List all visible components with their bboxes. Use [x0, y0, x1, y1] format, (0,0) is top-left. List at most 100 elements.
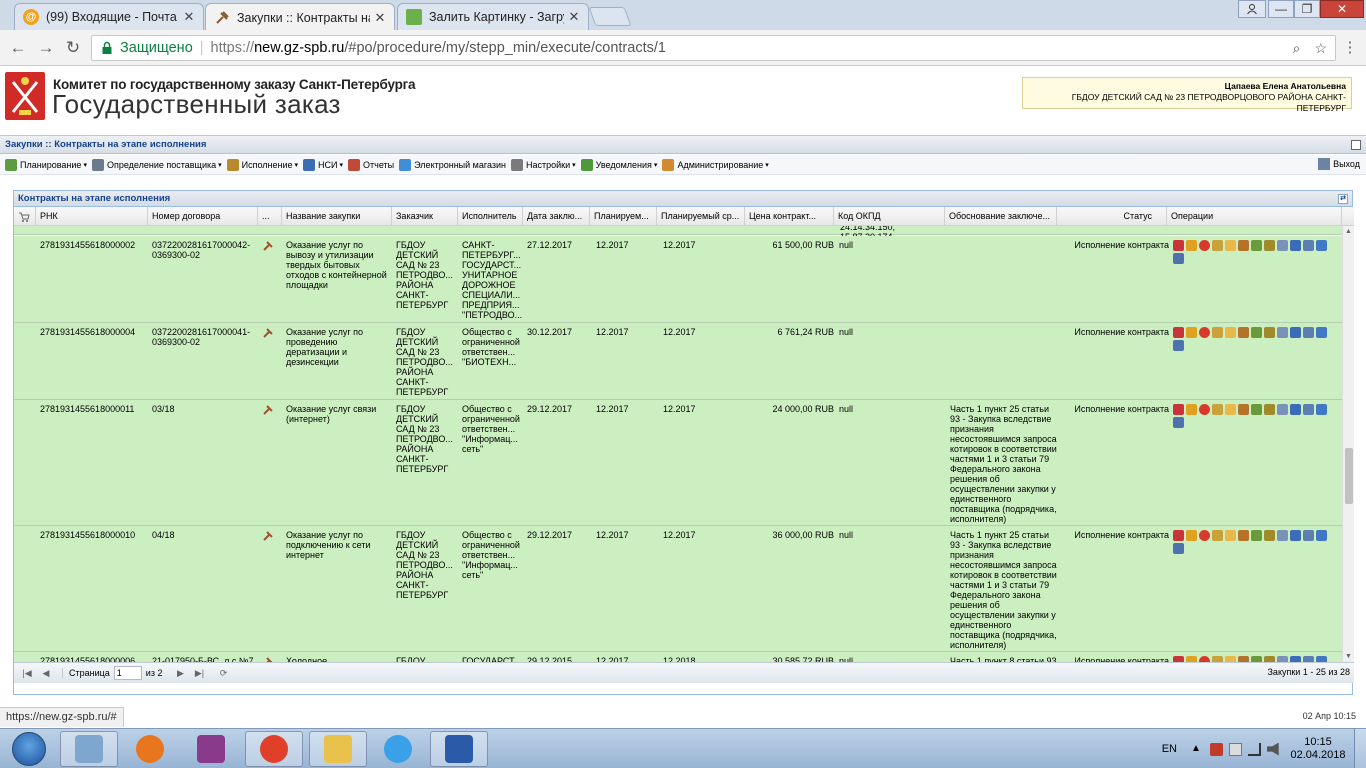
- bookmark-star-icon[interactable]: ☆: [1314, 40, 1327, 57]
- operation-icon-4[interactable]: [1225, 327, 1236, 338]
- column-header[interactable]: Планируем...: [590, 207, 657, 226]
- show-desktop-button[interactable]: [1354, 729, 1366, 768]
- menu-item-0[interactable]: Планирование ▾: [5, 158, 87, 171]
- column-header[interactable]: Исполнитель: [458, 207, 523, 226]
- forward-icon[interactable]: →: [36, 38, 56, 58]
- operation-icon-10[interactable]: [1303, 240, 1314, 251]
- operation-icon-12[interactable]: [1173, 253, 1184, 264]
- operation-icon-4[interactable]: [1225, 530, 1236, 541]
- operation-icon-6[interactable]: [1251, 240, 1262, 251]
- scroll-down-icon[interactable]: ▼: [1345, 653, 1352, 660]
- operation-icon-2[interactable]: [1199, 240, 1210, 251]
- operation-icon-6[interactable]: [1251, 404, 1262, 415]
- start-button[interactable]: [3, 730, 55, 768]
- collapse-icon[interactable]: [1351, 140, 1361, 150]
- operation-icon-11[interactable]: [1316, 404, 1327, 415]
- operation-icon-8[interactable]: [1277, 240, 1288, 251]
- next-page-icon[interactable]: ▶: [174, 667, 186, 679]
- column-header[interactable]: Статус: [1057, 207, 1167, 226]
- menu-item-5[interactable]: Электронный магазин: [399, 158, 506, 171]
- taskbar-chrome[interactable]: [245, 731, 303, 767]
- close-window-button[interactable]: ✕: [1320, 0, 1364, 18]
- operation-icon-7[interactable]: [1264, 530, 1275, 541]
- menu-item-8[interactable]: Администрирование ▾: [662, 158, 769, 171]
- operation-icon-8[interactable]: [1277, 404, 1288, 415]
- panel-tool-icon[interactable]: ⇄: [1338, 194, 1348, 204]
- table-row[interactable]: 2781931455618000004 0372200281617000041-0…: [14, 323, 1342, 400]
- operation-icon-10[interactable]: [1303, 530, 1314, 541]
- taskbar-word[interactable]: [430, 731, 488, 767]
- column-header[interactable]: Планируемый ср...: [657, 207, 745, 226]
- column-header[interactable]: Заказчик: [392, 207, 458, 226]
- network-icon[interactable]: [1248, 742, 1261, 756]
- column-header[interactable]: Операции: [1167, 207, 1342, 226]
- operation-icon-3[interactable]: [1212, 327, 1223, 338]
- operation-icon-4[interactable]: [1225, 404, 1236, 415]
- table-row[interactable]: 2781931455618000002 0372200281617000042-0…: [14, 236, 1342, 323]
- operation-icon-12[interactable]: [1173, 543, 1184, 554]
- menu-item-6[interactable]: Настройки ▾: [510, 158, 576, 171]
- operation-icon-10[interactable]: [1303, 327, 1314, 338]
- prev-page-icon[interactable]: ◀: [40, 667, 52, 679]
- operation-icon-1[interactable]: [1186, 404, 1197, 415]
- operation-icon-7[interactable]: [1264, 404, 1275, 415]
- column-header[interactable]: Номер договора: [148, 207, 258, 226]
- operation-icon-9[interactable]: [1290, 240, 1301, 251]
- column-header[interactable]: РНК: [36, 207, 148, 226]
- menu-item-4[interactable]: Отчеты: [348, 158, 394, 171]
- operation-icon-8[interactable]: [1277, 530, 1288, 541]
- tray-expand-icon[interactable]: ▲: [1191, 743, 1204, 756]
- operation-icon-4[interactable]: [1225, 240, 1236, 251]
- taskbar-calculator[interactable]: [60, 731, 118, 767]
- language-indicator[interactable]: EN: [1162, 743, 1177, 755]
- operation-icon-7[interactable]: [1264, 240, 1275, 251]
- procedure-type-icon[interactable]: [262, 404, 274, 416]
- operation-icon-7[interactable]: [1264, 327, 1275, 338]
- user-info-box[interactable]: Цапаева Елена Анатольевна ГБДОУ ДЕТСКИЙ …: [1022, 77, 1352, 113]
- column-header[interactable]: ...: [258, 207, 282, 226]
- operation-icon-2[interactable]: [1199, 530, 1210, 541]
- page-number-input[interactable]: [113, 666, 142, 680]
- procedure-type-icon[interactable]: [262, 530, 274, 542]
- operation-icon-1[interactable]: [1186, 530, 1197, 541]
- operation-icon-11[interactable]: [1316, 327, 1327, 338]
- column-header-basket-icon[interactable]: [14, 207, 36, 226]
- operation-icon-9[interactable]: [1290, 327, 1301, 338]
- back-icon[interactable]: ←: [8, 38, 28, 58]
- menu-item-2[interactable]: Исполнение ▾: [226, 158, 298, 171]
- close-tab-icon[interactable]: ✕: [183, 9, 195, 25]
- operation-icon-5[interactable]: [1238, 404, 1249, 415]
- taskbar-firefox[interactable]: [121, 731, 179, 767]
- refresh-icon[interactable]: ⟳: [217, 667, 229, 679]
- operation-icon-1[interactable]: [1186, 240, 1197, 251]
- browser-tab-procurement[interactable]: Закупки :: Контракты на этапе исполнения…: [205, 3, 395, 31]
- minimize-button[interactable]: —: [1268, 0, 1294, 18]
- close-tab-icon[interactable]: ✕: [568, 9, 580, 25]
- table-row[interactable]: 2781931455618000010 04/18 Оказание услуг п…: [14, 526, 1342, 652]
- menu-dots-icon[interactable]: ⋮: [1340, 38, 1360, 58]
- operation-icon-6[interactable]: [1251, 530, 1262, 541]
- new-tab-button[interactable]: [588, 7, 632, 26]
- column-header[interactable]: Обоснование заключе...: [945, 207, 1057, 226]
- operation-icon-11[interactable]: [1316, 240, 1327, 251]
- operation-icon-3[interactable]: [1212, 530, 1223, 541]
- action-center-icon[interactable]: [1210, 742, 1223, 756]
- browser-tab-mail[interactable]: @ (99) Входящие - Почта Mail.Ru ✕: [14, 3, 204, 30]
- operation-icon-12[interactable]: [1173, 417, 1184, 428]
- column-header[interactable]: Цена контракт...: [745, 207, 834, 226]
- menu-item-7[interactable]: Уведомления ▾: [580, 158, 657, 171]
- operation-icon-5[interactable]: [1238, 240, 1249, 251]
- first-page-icon[interactable]: |◀: [21, 667, 33, 679]
- operation-icon-5[interactable]: [1238, 530, 1249, 541]
- operation-icon-3[interactable]: [1212, 404, 1223, 415]
- column-header[interactable]: Код ОКПД: [834, 207, 945, 226]
- column-header[interactable]: Название закупки: [282, 207, 392, 226]
- operation-icon-9[interactable]: [1290, 530, 1301, 541]
- operation-icon-9[interactable]: [1290, 404, 1301, 415]
- exit-button[interactable]: Выход: [1318, 158, 1360, 170]
- operation-icon-2[interactable]: [1199, 327, 1210, 338]
- taskbar-clock[interactable]: 10:15 02.04.2018: [1286, 736, 1350, 762]
- operation-icon-1[interactable]: [1186, 327, 1197, 338]
- column-header[interactable]: Дата заклю...: [523, 207, 590, 226]
- maximize-button[interactable]: ❐: [1294, 0, 1320, 18]
